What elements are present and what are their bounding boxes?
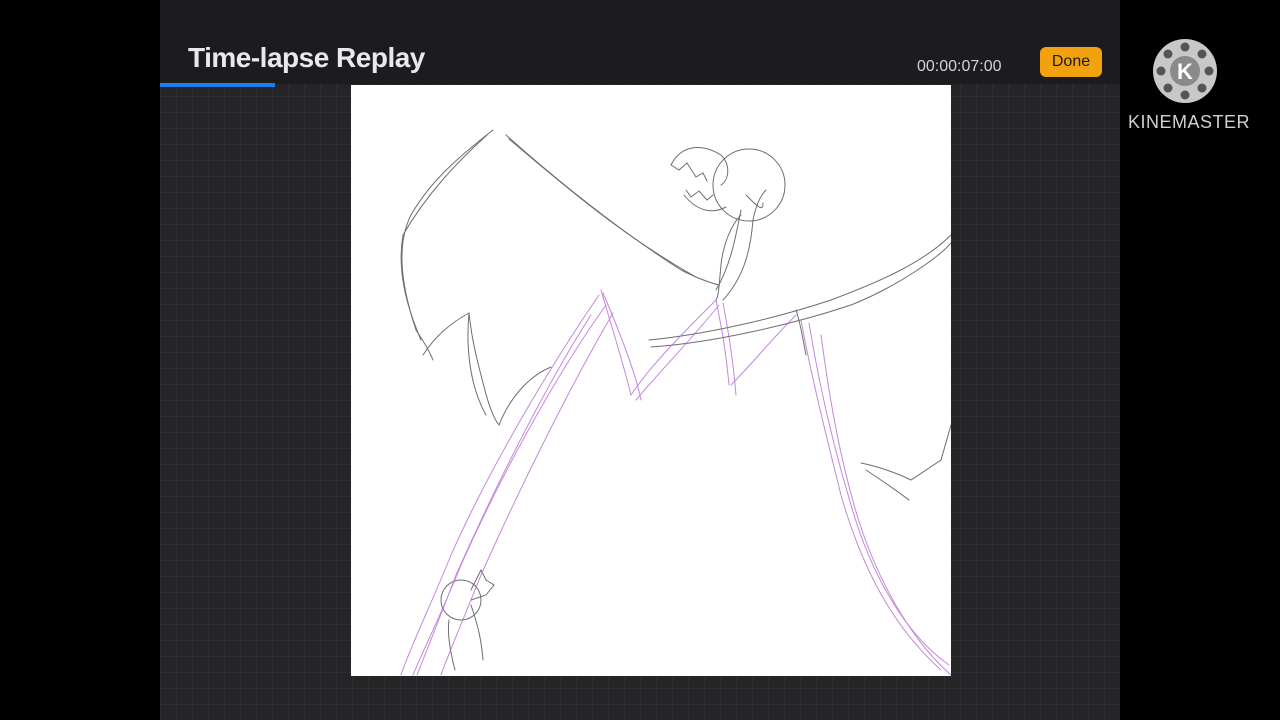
- dragon-sketch: [400, 129, 951, 676]
- playback-timestamp: 00:00:07:00: [917, 58, 1002, 75]
- header-bar: Time-lapse Replay 00:00:07:00 Done: [160, 0, 1120, 84]
- done-button[interactable]: Done: [1040, 47, 1102, 77]
- watermark-text: KINEMASTER: [1128, 112, 1251, 132]
- page-title: Time-lapse Replay: [188, 42, 425, 73]
- logo-letter: K: [1177, 59, 1193, 84]
- timelapse-replay-screen: Time-lapse Replay 00:00:07:00 Done: [160, 0, 1120, 720]
- playback-progress-fill: [160, 83, 276, 87]
- drawing-canvas[interactable]: [351, 85, 951, 676]
- kinemaster-logo-icon: K: [1153, 39, 1217, 103]
- kinemaster-watermark: K KINEMASTER: [1128, 38, 1251, 133]
